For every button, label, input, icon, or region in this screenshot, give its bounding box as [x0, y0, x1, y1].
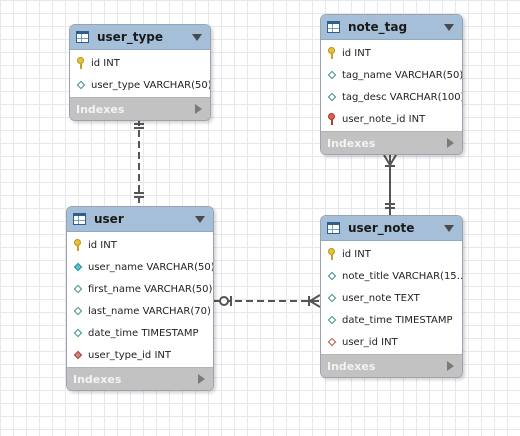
column-label: user_note_id INT	[342, 113, 426, 125]
column-row[interactable]: user_note TEXT	[321, 287, 462, 309]
column-row[interactable]: user_name VARCHAR(50)	[67, 256, 213, 278]
column-label: first_name VARCHAR(50)	[88, 283, 213, 295]
column-label: user_type VARCHAR(50)	[91, 79, 211, 91]
column-row[interactable]: date_time TIMESTAMP	[67, 322, 213, 344]
column-label: id INT	[91, 57, 120, 69]
column-row[interactable]: tag_name VARCHAR(50)	[321, 64, 462, 86]
column-label: user_id INT	[342, 336, 398, 348]
collapse-toggle-icon[interactable]	[444, 224, 454, 232]
table-name: note_tag	[348, 20, 408, 34]
table-note-tag[interactable]: note_tag id INT tag_name VARCHAR(50) tag…	[320, 14, 463, 155]
indexes-section[interactable]: Indexes	[321, 131, 462, 154]
primary-key-icon	[327, 47, 337, 59]
indexes-label: Indexes	[73, 372, 122, 386]
expand-indexes-icon[interactable]	[198, 374, 205, 384]
table-user[interactable]: user id INT user_name VARCHAR(50) first_…	[66, 206, 214, 391]
column-row[interactable]: user_type VARCHAR(50)	[70, 74, 210, 96]
table-header[interactable]: user_note	[321, 216, 462, 241]
column-row[interactable]: tag_desc VARCHAR(100)	[321, 86, 462, 108]
column-label: date_time TIMESTAMP	[342, 314, 453, 326]
table-icon	[76, 31, 89, 43]
table-user-type[interactable]: user_type id INT user_type VARCHAR(50) I…	[69, 24, 211, 121]
column-icon	[73, 305, 83, 317]
primary-key-icon	[73, 239, 83, 251]
foreign-key-column-icon	[73, 349, 83, 361]
column-label: tag_desc VARCHAR(100)	[342, 91, 463, 103]
indexes-label: Indexes	[76, 102, 125, 116]
primary-key-icon	[76, 57, 86, 69]
column-label: user_name VARCHAR(50)	[88, 261, 214, 273]
column-label: id INT	[342, 47, 371, 59]
not-null-column-icon	[73, 261, 83, 273]
foreign-key-icon	[327, 113, 337, 125]
indexes-label: Indexes	[327, 359, 376, 373]
diagram-canvas: user_type id INT user_type VARCHAR(50) I…	[0, 0, 520, 436]
expand-indexes-icon[interactable]	[195, 104, 202, 114]
column-icon	[327, 91, 337, 103]
column-row[interactable]: user_id INT	[321, 331, 462, 353]
column-list: id INT note_title VARCHAR(15… user_note …	[321, 241, 462, 354]
table-header[interactable]: user	[67, 207, 213, 232]
foreign-key-column-outline-icon	[327, 336, 337, 348]
expand-indexes-icon[interactable]	[447, 361, 454, 371]
table-icon	[73, 213, 86, 225]
column-label: user_note TEXT	[342, 292, 420, 304]
column-row[interactable]: id INT	[321, 243, 462, 265]
table-icon	[327, 21, 340, 33]
column-icon	[327, 292, 337, 304]
column-list: id INT tag_name VARCHAR(50) tag_desc VAR…	[321, 40, 462, 131]
collapse-toggle-icon[interactable]	[444, 23, 454, 31]
cardinality-mark-user-zero	[219, 296, 229, 306]
column-row[interactable]: id INT	[321, 42, 462, 64]
column-row[interactable]: id INT	[70, 52, 210, 74]
table-icon	[327, 222, 340, 234]
column-row[interactable]: id INT	[67, 234, 213, 256]
table-header[interactable]: note_tag	[321, 15, 462, 40]
column-label: id INT	[88, 239, 117, 251]
indexes-label: Indexes	[327, 136, 376, 150]
column-icon	[73, 283, 83, 295]
column-label: id INT	[342, 248, 371, 260]
indexes-section[interactable]: Indexes	[321, 354, 462, 377]
column-list: id INT user_name VARCHAR(50) first_name …	[67, 232, 213, 367]
collapse-toggle-icon[interactable]	[195, 215, 205, 223]
primary-key-icon	[327, 248, 337, 260]
expand-indexes-icon[interactable]	[447, 138, 454, 148]
column-label: note_title VARCHAR(15…	[342, 270, 463, 282]
column-row[interactable]: note_title VARCHAR(15…	[321, 265, 462, 287]
column-icon	[327, 69, 337, 81]
column-row[interactable]: first_name VARCHAR(50)	[67, 278, 213, 300]
indexes-section[interactable]: Indexes	[67, 367, 213, 390]
column-icon	[327, 314, 337, 326]
table-name: user_type	[97, 30, 164, 44]
table-name: user_note	[348, 221, 415, 235]
column-row[interactable]: date_time TIMESTAMP	[321, 309, 462, 331]
table-header[interactable]: user_type	[70, 25, 210, 50]
indexes-section[interactable]: Indexes	[70, 97, 210, 120]
table-user-note[interactable]: user_note id INT note_title VARCHAR(15… …	[320, 215, 463, 378]
column-icon	[76, 79, 86, 91]
column-icon	[73, 327, 83, 339]
column-icon	[327, 270, 337, 282]
column-label: user_type_id INT	[88, 349, 171, 361]
column-label: tag_name VARCHAR(50)	[342, 69, 463, 81]
column-label: last_name VARCHAR(70)	[88, 305, 211, 317]
column-label: date_time TIMESTAMP	[88, 327, 199, 339]
column-row[interactable]: user_note_id INT	[321, 108, 462, 130]
column-row[interactable]: user_type_id INT	[67, 344, 213, 366]
collapse-toggle-icon[interactable]	[192, 33, 202, 41]
table-name: user	[94, 212, 124, 226]
column-list: id INT user_type VARCHAR(50)	[70, 50, 210, 97]
column-row[interactable]: last_name VARCHAR(70)	[67, 300, 213, 322]
